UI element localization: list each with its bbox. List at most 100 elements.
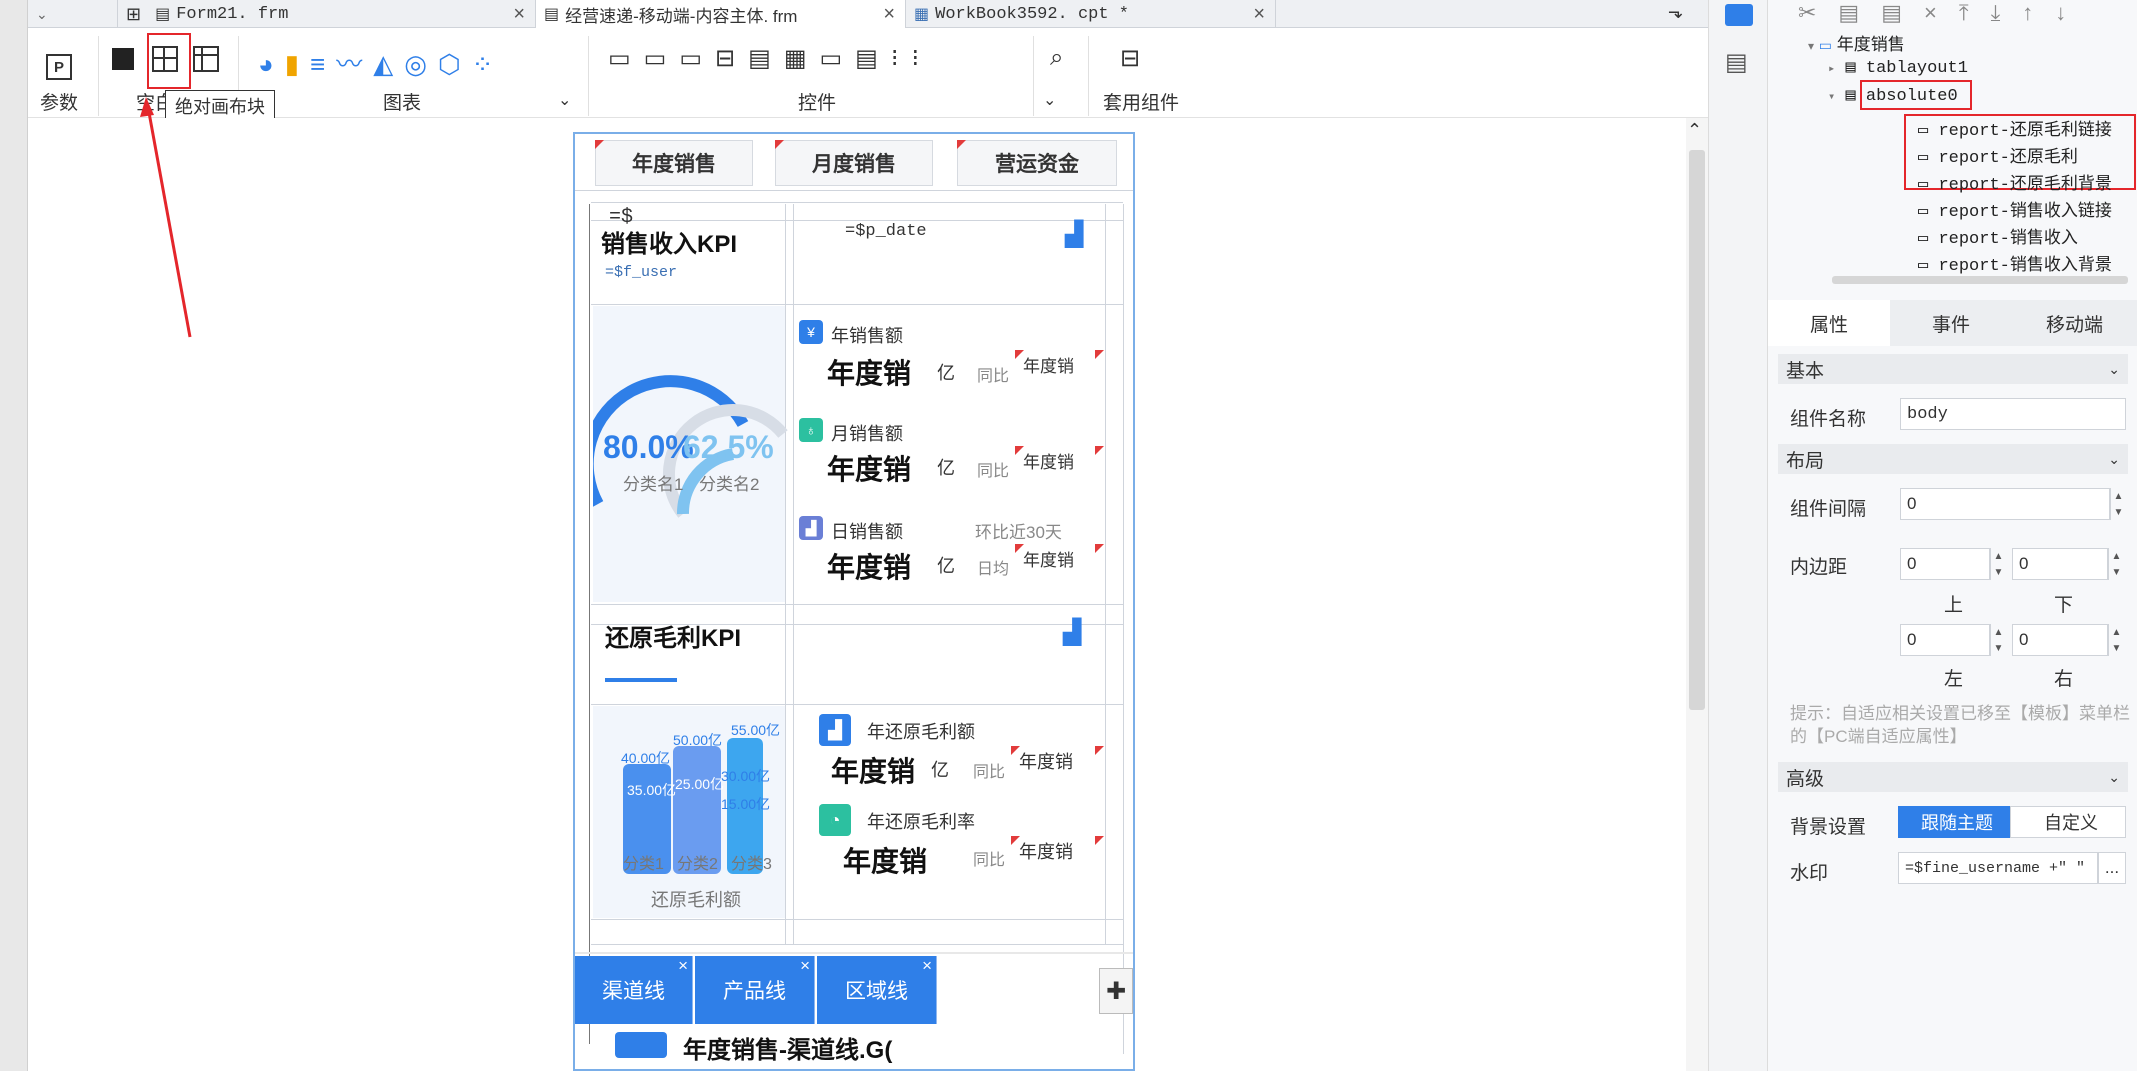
close-icon[interactable]: × [800, 956, 810, 976]
bg-option-theme[interactable]: 跟随主题 [1898, 806, 2010, 838]
close-icon[interactable]: × [678, 956, 688, 976]
layout-icon[interactable]: ▤ [1725, 48, 1748, 77]
chevron-up-icon[interactable]: ⌃ [1687, 120, 1702, 141]
padding-bottom-field[interactable]: 0 [2012, 548, 2108, 580]
mobile-form-body[interactable]: 年度销售 月度销售 营运资金 =$ 销售收入KPI =$f_user =$p_d… [573, 132, 1135, 1071]
close-icon[interactable]: × [513, 3, 525, 26]
advanced-section[interactable]: 高级 ⌄ [1778, 762, 2128, 792]
close-icon[interactable]: × [883, 3, 895, 26]
template-component-label: 套用组件 [1103, 93, 1180, 114]
red-marker [595, 140, 604, 149]
blank-block-icon[interactable] [112, 48, 134, 70]
expand-icon[interactable]: ⬎ [1668, 2, 1683, 23]
bottom-tab-1[interactable]: 产品线 × [695, 956, 815, 1024]
watermark-field[interactable]: =$fine_username +" " [1898, 852, 2098, 884]
component-name-field[interactable]: body [1900, 398, 2126, 430]
chevron-down-icon[interactable]: ⌄ [2108, 769, 2120, 786]
chart-icons[interactable]: ◕▮≡〰◭◎⬡⁘ [258, 44, 504, 81]
padding-bottom-stepper[interactable]: ▲ ▼ [2108, 548, 2124, 580]
tree-report[interactable]: ▭ report-销售收入链接 [1918, 196, 2112, 222]
bar-label: 30.00亿 [721, 768, 771, 784]
tab-events[interactable]: 事件 [1890, 300, 2012, 346]
tree-report[interactable]: ▭ report-还原毛利链接 [1918, 115, 2112, 141]
component-toolbar: P 参数 空白 ◕▮≡〰◭◎⬡⁘ 图表 ⌄ ▭▭▭⊟▤▦▭▤⁝⁝ 控件 ⌄ ⌕ … [28, 28, 1708, 118]
top-tab-2[interactable]: 营运资金 [957, 140, 1117, 186]
tab-block-icon[interactable] [193, 46, 219, 72]
money-icon: ¥ [799, 320, 823, 344]
tree-report[interactable]: ▭ report-还原毛利背景 [1918, 169, 2112, 195]
template-component-icon[interactable]: ⊟ [1120, 44, 1140, 73]
red-marker [1015, 446, 1024, 455]
top-tab-1[interactable]: 月度销售 [775, 140, 933, 186]
padding-label: 内边距 [1790, 557, 1848, 578]
chevron-down-icon[interactable]: ⌄ [36, 6, 48, 23]
param-icon[interactable]: P [46, 54, 72, 80]
padding-left-field[interactable]: 0 [1900, 624, 1990, 656]
scroll-thumb[interactable] [1689, 150, 1705, 710]
bg-option-custom[interactable]: 自定义 [2010, 806, 2126, 838]
param-date: =$p_date [845, 222, 927, 241]
tree-toolbar[interactable]: ✂▤▤×⤒⤓↑↓ [1798, 0, 2088, 26]
close-icon[interactable]: × [1253, 3, 1265, 26]
tree-label: tablayout1 [1865, 59, 1968, 78]
gap-field[interactable]: 0 [1900, 488, 2110, 520]
bottom-tab-0[interactable]: 渠道线 × [575, 956, 693, 1024]
tree-root[interactable]: ▾ ▭ 年度销售 [1808, 30, 1905, 55]
padding-top-field[interactable]: 0 [1900, 548, 1990, 580]
expand-icon[interactable]: ▸ [1828, 62, 1835, 76]
tab-form21[interactable]: ⊞ ▤ Form21. frm × [118, 0, 536, 28]
tab-workbook[interactable]: ▦ WorkBook3592. cpt * × [906, 0, 1276, 28]
padding-right-stepper[interactable]: ▲ ▼ [2108, 624, 2124, 656]
tree-report[interactable]: ▭ report-销售收入 [1918, 223, 2078, 249]
tree-label: 年度销售 [1836, 35, 1905, 54]
workbook-icon: ▦ [914, 6, 930, 23]
right-icon-bar: ▤ [1708, 0, 1768, 1071]
basic-section[interactable]: 基本 ⌄ [1778, 354, 2128, 384]
padding-right-field[interactable]: 0 [2012, 624, 2108, 656]
tab-label: Form21. frm [176, 4, 289, 24]
add-tab-icon[interactable]: ✚ [1099, 968, 1133, 1014]
tree-report[interactable]: ▭ report-还原毛利 [1918, 142, 2078, 168]
tab-label: 经营速递-移动端-内容主体. frm [565, 6, 798, 26]
tab-properties[interactable]: 属性 [1768, 300, 1890, 346]
preview-icon[interactable]: ⌕ [1050, 44, 1063, 72]
gap-stepper[interactable]: ▲ ▼ [2110, 488, 2126, 520]
bottom-label: 下 [2054, 595, 2074, 616]
tab-mobile[interactable]: 移动端 [2012, 300, 2137, 346]
chevron-down-icon[interactable]: ⌄ [558, 90, 571, 110]
bar-label: 55.00亿 [731, 722, 781, 738]
tree-report[interactable]: ▭ report-销售收入背景 [1918, 250, 2112, 276]
layout-section[interactable]: 布局 ⌄ [1778, 444, 2128, 474]
widget-icons[interactable]: ▭▭▭⊟▤▦▭▤⁝⁝ [608, 44, 932, 73]
tree-label: report-还原毛利背景 [1938, 176, 2112, 195]
divider [98, 36, 99, 116]
padding-left-stepper[interactable]: ▲ ▼ [1990, 624, 2006, 656]
tab-overflow[interactable]: ⌄ [28, 0, 118, 28]
chart-small-icon: ▟ [819, 714, 851, 746]
chevron-down-icon[interactable]: ⌄ [2108, 361, 2120, 378]
horizontal-scrollbar[interactable] [1832, 276, 2128, 284]
tree-absolute[interactable]: ▾ ▤ absolute0 [1828, 85, 1958, 106]
bottom-tab-2[interactable]: 区域线 × [817, 956, 937, 1024]
collapse-icon[interactable]: ▾ [1808, 39, 1814, 53]
red-marker [1095, 544, 1104, 553]
file-icon: ▤ [544, 6, 560, 23]
close-icon[interactable]: × [922, 956, 932, 976]
metric-unit: 亿 [937, 363, 955, 383]
component-panel-icon[interactable] [1725, 4, 1753, 26]
tab-jingying[interactable]: ▤ 经营速递-移动端-内容主体. frm × [536, 0, 906, 28]
padding-top-stepper[interactable]: ▲ ▼ [1990, 548, 2006, 580]
gauge-cat-1: 分类名1 [623, 475, 684, 494]
section-label: 高级 [1786, 768, 1825, 790]
title-underline [605, 678, 677, 682]
tab-label: 渠道线 [602, 980, 665, 1003]
hint-text: 提示：自适应相关设置已移至【模板】菜单栏的【PC端自适应属性】 [1790, 704, 2130, 746]
top-tab-0[interactable]: 年度销售 [595, 140, 753, 186]
chevron-down-icon[interactable]: ⌄ [2108, 451, 2120, 468]
bar-label: 40.00亿 [621, 750, 671, 766]
more-button[interactable]: ... [2098, 852, 2126, 884]
tree-tablayout[interactable]: ▸ ▤ tablayout1 [1828, 57, 1968, 78]
collapse-icon[interactable]: ▾ [1828, 90, 1835, 104]
annotation-arrow [140, 97, 192, 338]
chevron-down-icon[interactable]: ⌄ [1043, 90, 1056, 110]
